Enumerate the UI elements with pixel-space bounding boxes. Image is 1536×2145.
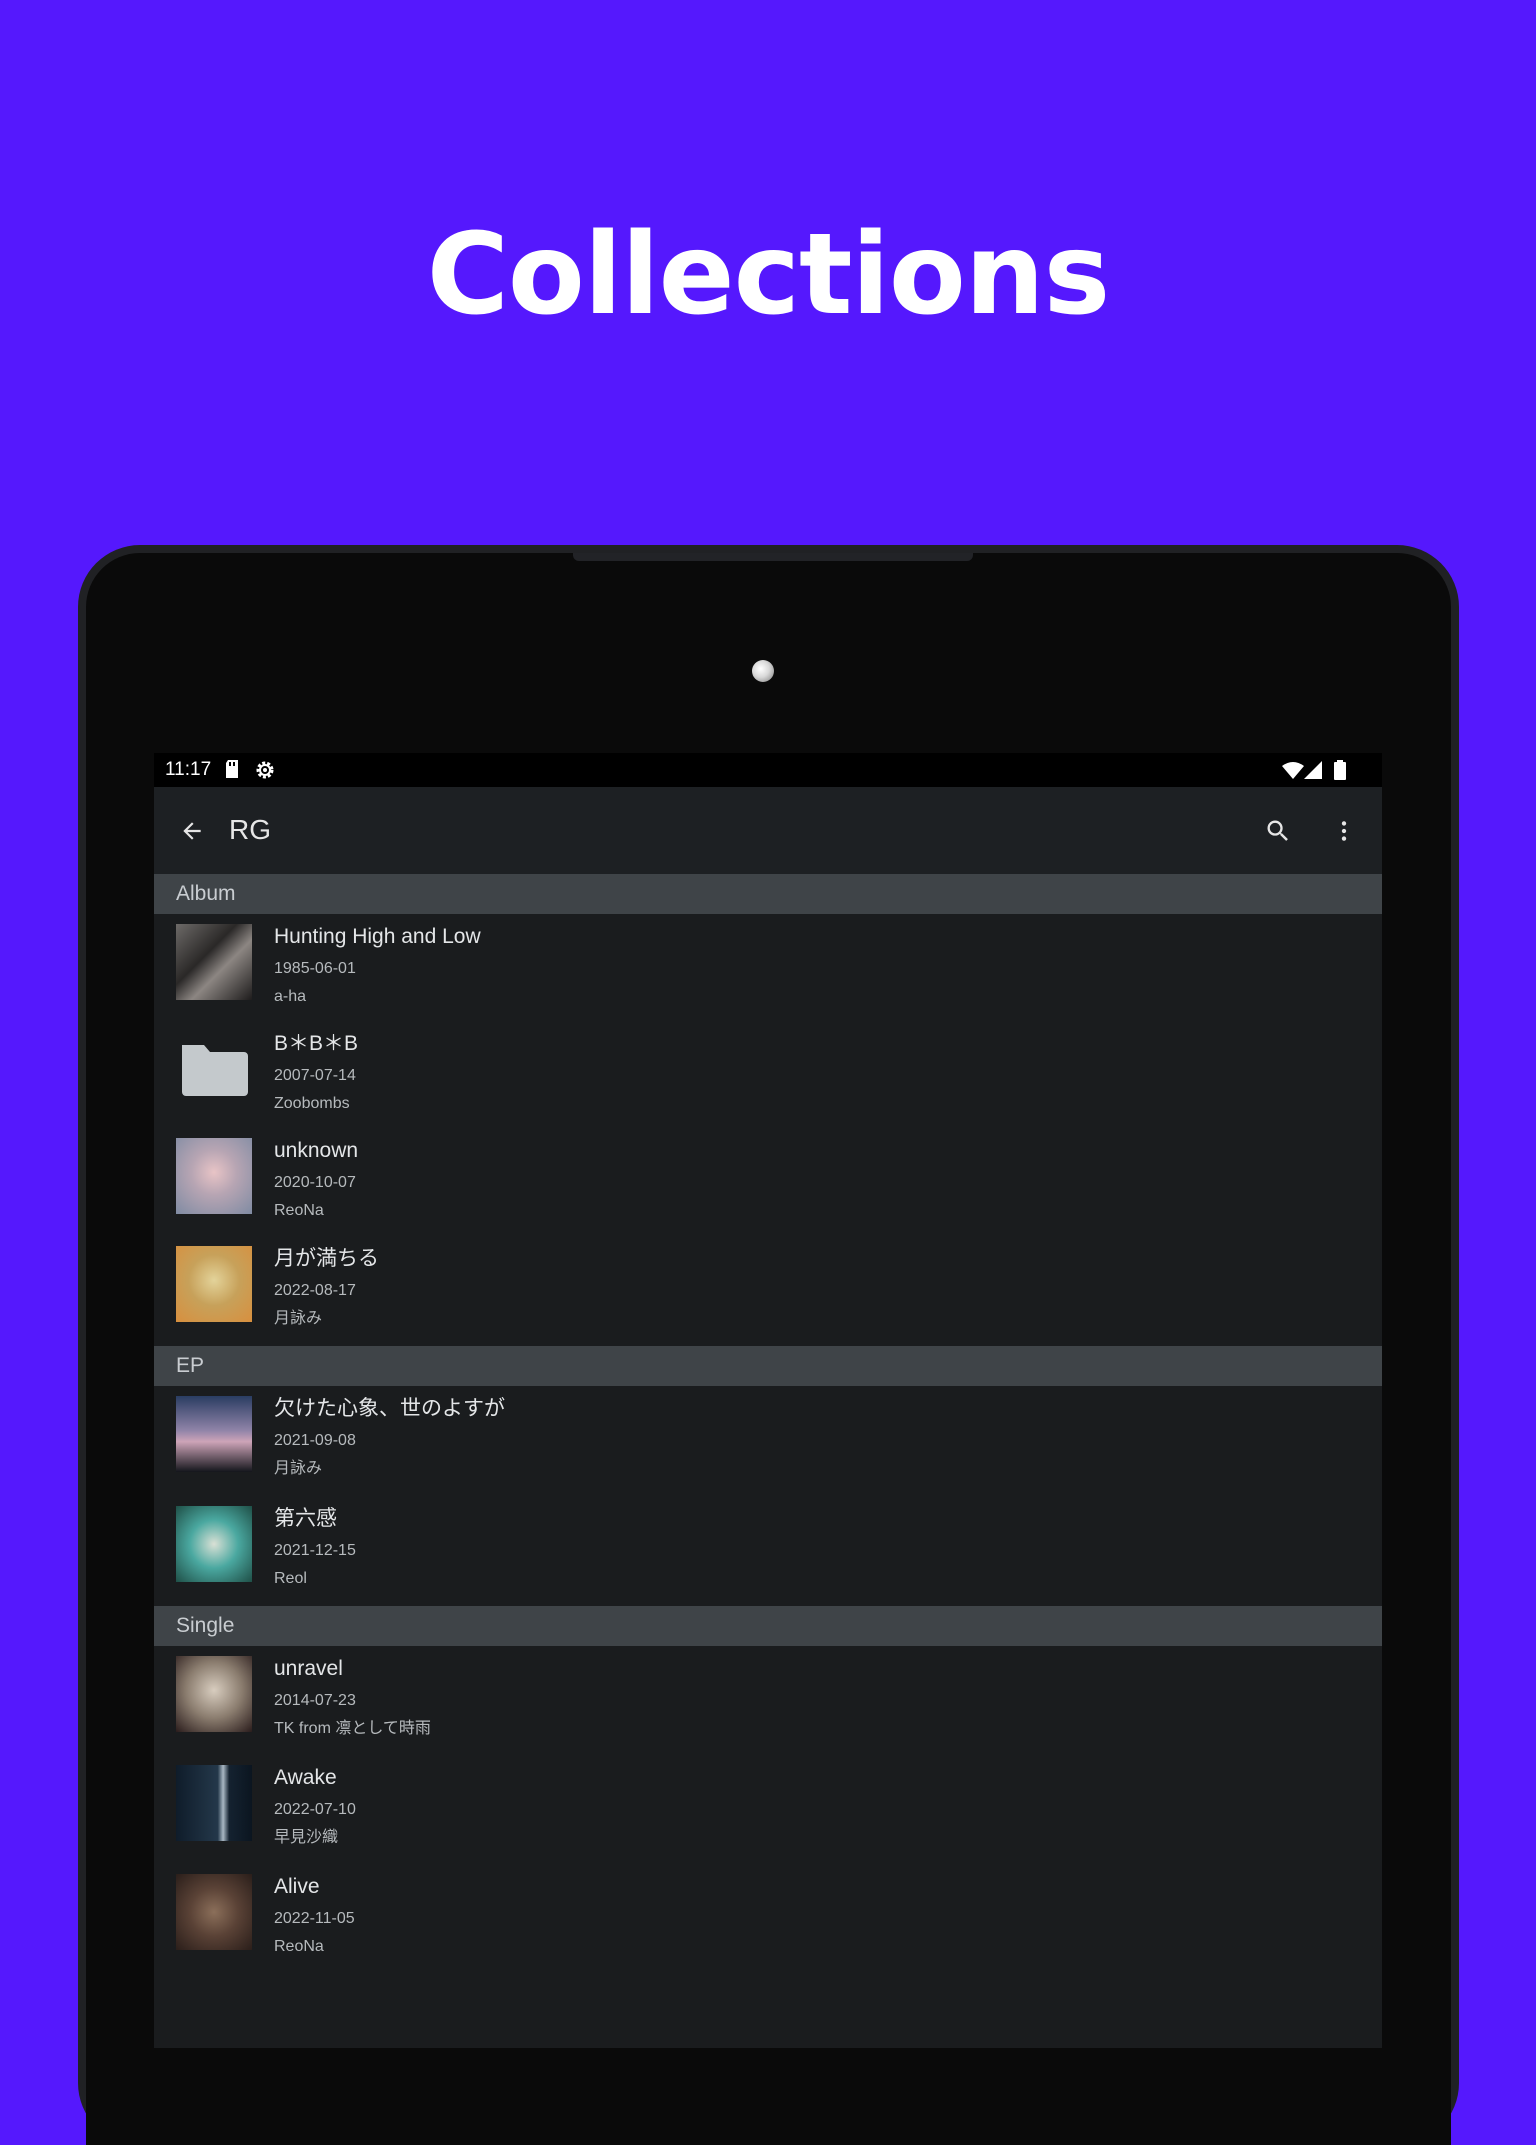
list-item[interactable]: Hunting High and Low 1985-06-01 a-ha (154, 914, 1382, 1019)
item-title: Alive (274, 1875, 320, 1898)
item-artist: 月詠み (274, 1460, 323, 1477)
section-label: Single (176, 1614, 235, 1637)
list-item[interactable]: 第六感 2021-12-15 Reol (154, 1496, 1382, 1601)
item-title: 月が満ちる (274, 1247, 379, 1270)
search-icon (1267, 820, 1288, 841)
battery-icon (1334, 760, 1346, 785)
item-date: 2022-08-17 (274, 1282, 356, 1299)
sd-card-icon (224, 759, 240, 784)
cell-signal-icon (1304, 761, 1322, 784)
search-button[interactable] (1254, 807, 1302, 855)
album-cover (176, 1765, 252, 1841)
section-header-single: Single (154, 1606, 1382, 1646)
album-cover (176, 1396, 252, 1472)
wifi-icon (1282, 761, 1304, 784)
item-artist: Reol (274, 1570, 307, 1587)
headline: Collections (426, 210, 1111, 340)
section-label: Album (176, 882, 236, 905)
album-cover (176, 1246, 252, 1322)
item-date: 2022-11-05 (274, 1910, 355, 1927)
section-header-album: Album (154, 874, 1382, 914)
status-time: 11:17 (165, 759, 212, 780)
item-date: 2021-12-15 (274, 1542, 356, 1559)
item-title: unknown (274, 1139, 359, 1162)
item-artist: 月詠み (274, 1310, 323, 1327)
item-title: unravel (274, 1657, 343, 1680)
item-title: Awake (274, 1766, 337, 1789)
list-item[interactable]: Awake 2022-07-10 早見沙織 (154, 1755, 1382, 1860)
item-artist: 早見沙織 (274, 1829, 339, 1846)
item-date: 1985-06-01 (274, 960, 356, 977)
item-title: 第六感 (274, 1507, 337, 1530)
list-item[interactable]: 月が満ちる 2022-08-17 月詠み (154, 1236, 1382, 1341)
album-cover (176, 1506, 252, 1582)
item-date: 2022-07-10 (274, 1801, 356, 1818)
front-camera (752, 660, 774, 682)
item-date: 2020-10-07 (274, 1174, 356, 1191)
album-cover (176, 1874, 252, 1950)
album-cover (176, 1656, 252, 1732)
list-item[interactable]: unknown 2020-10-07 ReoNa (154, 1128, 1382, 1233)
album-cover (176, 1138, 252, 1214)
settings-gear-icon (254, 759, 276, 786)
item-date: 2007-07-14 (274, 1067, 356, 1084)
item-artist: Zoobombs (274, 1095, 350, 1112)
album-cover (176, 924, 252, 1000)
list-item[interactable]: B＊B＊B 2007-07-14 Zoobombs (154, 1021, 1382, 1126)
item-date: 2014-07-23 (274, 1692, 356, 1709)
overflow-menu-button[interactable] (1320, 807, 1368, 855)
section-label: EP (176, 1354, 205, 1377)
arrow-back-icon (183, 822, 201, 840)
status-bar: 11:17 (154, 753, 1382, 787)
back-button[interactable] (168, 807, 216, 855)
item-title: 欠けた心象、世のよすが (274, 1397, 505, 1420)
app-bar: RG (154, 787, 1382, 874)
item-title: B＊B＊B (274, 1032, 359, 1055)
more-vert-icon (1341, 821, 1347, 841)
item-artist: ReoNa (274, 1938, 324, 1955)
list-item[interactable]: 欠けた心象、世のよすが 2021-09-08 月詠み (154, 1386, 1382, 1491)
item-date: 2021-09-08 (274, 1432, 356, 1449)
app-screen: 11:17 RG Album Hunting High and Low 1985… (154, 753, 1382, 2048)
item-artist: TK from 凛として時雨 (274, 1720, 431, 1737)
speaker-grille (573, 553, 973, 561)
item-artist: ReoNa (274, 1202, 324, 1219)
page-title: RG (229, 814, 271, 845)
section-header-ep: EP (154, 1346, 1382, 1386)
item-title: Hunting High and Low (274, 925, 481, 948)
item-artist: a-ha (274, 988, 307, 1005)
list-item[interactable]: Alive 2022-11-05 ReoNa (154, 1864, 1382, 1969)
folder-icon (176, 1031, 252, 1107)
list-item[interactable]: unravel 2014-07-23 TK from 凛として時雨 (154, 1646, 1382, 1751)
